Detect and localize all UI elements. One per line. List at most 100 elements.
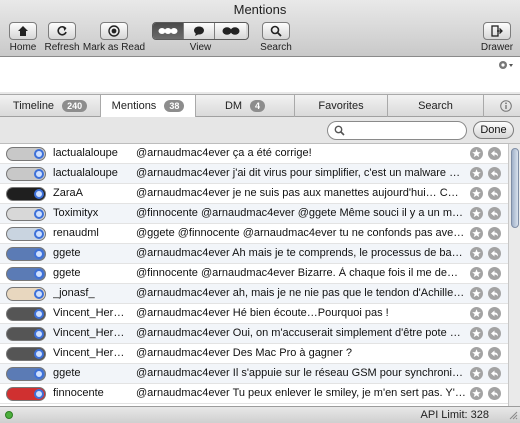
scrollbar-thumb[interactable] [511, 148, 519, 228]
username[interactable]: ggete [53, 267, 133, 279]
username[interactable]: Vincent_Herm… [53, 347, 133, 359]
avatar[interactable] [6, 227, 46, 241]
favorite-star-icon[interactable] [470, 387, 483, 400]
tweet-row[interactable]: renaudml @ggete @finnocente @arnaudmac4ev… [0, 224, 508, 244]
favorite-star-icon[interactable] [470, 327, 483, 340]
tab-favorites[interactable]: Favorites [295, 95, 388, 117]
tweet-row[interactable]: Vincent_Herm… @arnaudmac4ever Hé bien éco… [0, 304, 508, 324]
favorite-star-icon[interactable] [470, 167, 483, 180]
unread-indicator-icon [34, 289, 44, 299]
avatar[interactable] [6, 367, 46, 381]
username[interactable]: ZaraA [53, 187, 133, 199]
reply-arrow-icon[interactable] [488, 347, 501, 360]
avatar[interactable] [6, 247, 46, 261]
search-field[interactable] [327, 121, 467, 140]
avatar[interactable] [6, 207, 46, 221]
favorite-star-icon[interactable] [470, 367, 483, 380]
unread-indicator-icon [34, 329, 44, 339]
username[interactable]: Vincent_Herm… [53, 307, 133, 319]
gear-icon[interactable] [497, 58, 515, 72]
tab-dm[interactable]: DM 4 [196, 95, 295, 117]
info-button[interactable] [492, 95, 520, 117]
favorite-star-icon[interactable] [470, 227, 483, 240]
tweet-row[interactable]: finnocente @arnaudmac4ever Tu peux enleve… [0, 384, 508, 404]
tweet-text: @arnaudmac4ever je ne suis pas aux manet… [136, 187, 466, 199]
tweet-row[interactable]: lactualaloupe @arnaudmac4ever j'ai dit vi… [0, 164, 508, 184]
search-button[interactable] [262, 22, 290, 40]
tab-label: Search [418, 100, 453, 112]
unread-indicator-icon [34, 229, 44, 239]
tab-search[interactable]: Search [388, 95, 484, 117]
favorite-star-icon[interactable] [470, 347, 483, 360]
tweet-row[interactable]: Toximityx @finnocente @arnaudmac4ever @gg… [0, 204, 508, 224]
username[interactable]: finnocente [53, 387, 133, 399]
tweet-text: @finnocente @arnaudmac4ever Bizarre. À c… [136, 267, 466, 279]
avatar[interactable] [6, 387, 46, 401]
info-icon [500, 100, 512, 112]
vertical-scrollbar[interactable] [508, 144, 520, 406]
favorite-star-icon[interactable] [470, 147, 483, 160]
search-input[interactable] [348, 123, 460, 138]
avatar[interactable] [6, 147, 46, 161]
tweet-row[interactable]: Vincent_Herm… @arnaudmac4ever Des Mac Pro… [0, 344, 508, 364]
reply-arrow-icon[interactable] [488, 327, 501, 340]
tweet-row[interactable]: lactualaloupe @arnaudmac4ever ça a été co… [0, 144, 508, 164]
reply-arrow-icon[interactable] [488, 227, 501, 240]
reply-arrow-icon[interactable] [488, 247, 501, 260]
tweet-text: @ggete @finnocente @arnaudmac4ever tu ne… [136, 227, 466, 239]
reply-arrow-icon[interactable] [488, 367, 501, 380]
reply-arrow-icon[interactable] [488, 307, 501, 320]
avatar[interactable] [6, 327, 46, 341]
favorite-star-icon[interactable] [470, 247, 483, 260]
favorite-star-icon[interactable] [470, 287, 483, 300]
username[interactable]: lactualaloupe [53, 147, 133, 159]
avatar[interactable] [6, 267, 46, 281]
refresh-button[interactable] [48, 22, 76, 40]
reply-arrow-icon[interactable] [488, 387, 501, 400]
favorite-star-icon[interactable] [470, 207, 483, 220]
username[interactable]: ggete [53, 247, 133, 259]
tweet-row[interactable]: ggete @finnocente @arnaudmac4ever Bizarre… [0, 264, 508, 284]
avatar[interactable] [6, 187, 46, 201]
tweet-text: @arnaudmac4ever Ah mais je te comprends,… [136, 247, 466, 259]
mark-read-icon [108, 25, 120, 37]
api-limit: API Limit: 328 [420, 409, 489, 421]
drawer-button[interactable] [483, 22, 511, 40]
tweet-row[interactable]: ZaraA @arnaudmac4ever je ne suis pas aux … [0, 184, 508, 204]
tab-timeline[interactable]: Timeline 240 [0, 95, 101, 117]
compose-area[interactable] [0, 57, 520, 92]
username[interactable]: _jonasf_ [53, 287, 133, 299]
reply-arrow-icon[interactable] [488, 167, 501, 180]
avatar[interactable] [6, 287, 46, 301]
view-single-segment[interactable] [184, 23, 215, 39]
search-label: Search [260, 42, 292, 53]
username[interactable]: ggete [53, 367, 133, 379]
favorite-star-icon[interactable] [470, 187, 483, 200]
reply-arrow-icon[interactable] [488, 147, 501, 160]
window-title: Mentions [233, 2, 287, 17]
reply-arrow-icon[interactable] [488, 287, 501, 300]
favorite-star-icon[interactable] [470, 307, 483, 320]
home-button[interactable] [9, 22, 37, 40]
tweet-row[interactable]: _jonasf_ @arnaudmac4ever ah, mais je ne n… [0, 284, 508, 304]
reply-arrow-icon[interactable] [488, 187, 501, 200]
view-thread-segment[interactable] [215, 23, 246, 39]
tweet-row[interactable]: ggete @arnaudmac4ever Il s'appuie sur le … [0, 364, 508, 384]
username[interactable]: renaudml [53, 227, 133, 239]
reply-arrow-icon[interactable] [488, 267, 501, 280]
done-button[interactable]: Done [473, 121, 514, 139]
avatar[interactable] [6, 347, 46, 361]
reply-arrow-icon[interactable] [488, 207, 501, 220]
avatar[interactable] [6, 307, 46, 321]
favorite-star-icon[interactable] [470, 267, 483, 280]
view-conversation-segment[interactable] [153, 23, 184, 39]
username[interactable]: Toximityx [53, 207, 133, 219]
tweet-row[interactable]: ggete @arnaudmac4ever Ah mais je te compr… [0, 244, 508, 264]
avatar[interactable] [6, 167, 46, 181]
tweet-row[interactable]: Vincent_Herm… @arnaudmac4ever Oui, on m'a… [0, 324, 508, 344]
username[interactable]: Vincent_Herm… [53, 327, 133, 339]
tab-mentions[interactable]: Mentions 38 [101, 95, 196, 117]
resize-grip-icon[interactable] [508, 410, 518, 420]
mark-as-read-button[interactable] [100, 22, 128, 40]
username[interactable]: lactualaloupe [53, 167, 133, 179]
